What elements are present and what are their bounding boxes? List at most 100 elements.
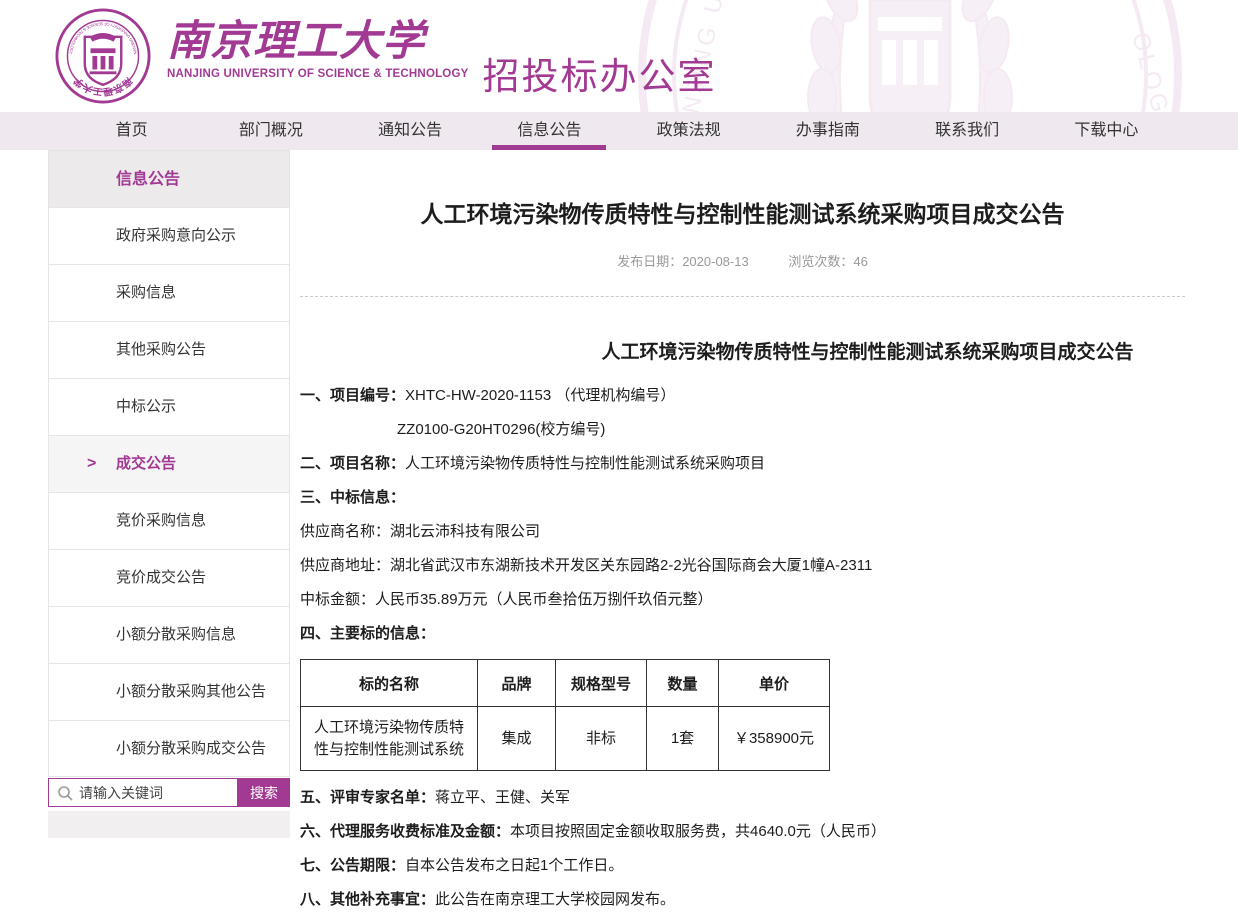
paragraph-text: 此公告在南京理工大学校园网发布。 [435,891,675,908]
paragraph-label: 六、代理服务收费标准及金额： [300,823,510,840]
article-body: 一、项目编号：XHTC-HW-2020-1153 （代理机构编号） ZZ0100-… [300,385,1185,910]
office-title: 招投标办公室 [482,8,716,100]
views-label: 浏览次数： [788,254,853,269]
publish-date-label: 发布日期： [617,254,682,269]
sidebar-item-4[interactable]: > 成交公告 [48,435,290,492]
nav-item-6[interactable]: 联系我们 [898,112,1037,150]
table-cell: 1套 [647,707,719,771]
paragraph-label: 五、评审专家名单： [300,789,435,806]
university-logo-icon: 南京理工大学 NANJING UNIVERSITY OF SCIENCE & T… [55,8,151,104]
goods-table-head: 标的名称品牌规格型号数量单价 [301,660,830,707]
university-name-cn: 南京理工大学 [167,16,468,66]
goods-table-header: 规格型号 [556,660,647,707]
sidebar-item-label: 成交公告 [116,455,176,472]
table-cell: 人工环境污染物传质特性与控制性能测试系统 [301,707,478,771]
paragraph-label: 一、项目编号： [300,387,405,404]
sidebar-item-7[interactable]: >小额分散采购信息 [48,606,290,663]
sidebar: 信息公告 >政府采购意向公示>采购信息>其他采购公告>中标公示> 成交公告 >竞价采… [48,150,290,838]
paragraph-text: 供应商名称：湖北云沛科技有限公司 [300,523,540,540]
search-box [48,778,238,807]
goods-table-body: 人工环境污染物传质特性与控制性能测试系统集成非标1套￥358900元 [301,707,830,771]
article-paragraph: 八、其他补充事宜：此公告在南京理工大学校园网发布。 [300,889,1185,910]
paragraph-label: 三、中标信息： [300,489,405,506]
paragraph-text: 中标金额：人民币35.89万元（人民币叁拾伍万捌仟玖佰元整） [300,591,713,608]
paragraph-label: 八、其他补充事宜： [300,891,435,908]
sidebar-item-0[interactable]: >政府采购意向公示 [48,207,290,264]
table-cell: ￥358900元 [719,707,830,771]
sidebar-search-row: 搜索 [48,778,290,807]
search-button[interactable]: 搜索 [238,778,290,807]
nav-item-2[interactable]: 通知公告 [341,112,480,150]
goods-table-header: 标的名称 [301,660,478,707]
sidebar-item-label: 政府采购意向公示 [116,227,236,244]
brand-block: 南京理工大学 NANJING UNIVERSITY OF SCIENCE & T… [55,8,716,104]
university-name-block: 南京理工大学 NANJING UNIVERSITY OF SCIENCE & T… [167,8,468,80]
article-title: 人工环境污染物传质特性与控制性能测试系统采购项目成交公告 [300,200,1185,228]
paragraph-label: 七、公告期限： [300,857,405,874]
nav-item-5[interactable]: 办事指南 [758,112,897,150]
sidebar-item-1[interactable]: >采购信息 [48,264,290,321]
paragraph-text: 人工环境污染物传质特性与控制性能测试系统采购项目 [405,455,765,472]
publish-date-meta: 发布日期：2020-08-13 [617,254,749,269]
table-row: 人工环境污染物传质特性与控制性能测试系统集成非标1套￥358900元 [301,707,830,771]
article-paragraph: 供应商名称：湖北云沛科技有限公司 [300,521,1185,542]
views-meta: 浏览次数：46 [788,254,867,269]
sidebar-item-8[interactable]: >小额分散采购其他公告 [48,663,290,720]
article-paragraph: 六、代理服务收费标准及金额：本项目按照固定金额收取服务费，共4640.0元（人民… [300,821,1185,842]
views-value: 46 [853,254,867,269]
paragraph-label: 四、主要标的信息： [300,625,435,642]
main-content: 人工环境污染物传质特性与控制性能测试系统采购项目成交公告 发布日期：2020-0… [300,150,1185,921]
table-cell: 集成 [478,707,556,771]
nav-item-7[interactable]: 下载中心 [1037,112,1176,150]
sidebar-header: 信息公告 [48,150,290,207]
goods-table-header: 数量 [647,660,719,707]
nav-item-4[interactable]: 政策法规 [619,112,758,150]
paragraph-text: ZZ0100-G20HT0296(校方编号) [397,421,605,438]
sidebar-item-2[interactable]: >其他采购公告 [48,321,290,378]
search-icon [57,785,73,801]
watermark-fragment-right: OLOGY [1126,30,1179,112]
sidebar-item-label: 小额分散采购其他公告 [116,683,266,700]
paragraph-text: 供应商地址：湖北省武汉市东湖新技术开发区关东园路2-2光谷国际商会大厦1幢A-2… [300,557,872,574]
article-paragraph: 中标金额：人民币35.89万元（人民币叁拾伍万捌仟玖佰元整） [300,589,1185,610]
paragraph-text: 蒋立平、王健、关军 [435,789,570,806]
publish-date-value: 2020-08-13 [682,254,749,269]
goods-table-header: 单价 [719,660,830,707]
sidebar-item-6[interactable]: >竞价成交公告 [48,549,290,606]
body-row: 信息公告 >政府采购意向公示>采购信息>其他采购公告>中标公示> 成交公告 >竞价采… [0,150,1238,921]
site-header: 1953 NJING U OLOGY 南京理工大学 NANJING UNIVER… [0,0,1238,112]
sidebar-item-label: 小额分散采购成交公告 [116,740,266,757]
article-paragraph: ZZ0100-G20HT0296(校方编号) [300,419,1185,440]
sidebar-item-label: 竞价成交公告 [116,569,206,586]
paragraphs-before-table: 一、项目编号：XHTC-HW-2020-1153 （代理机构编号） ZZ0100-… [300,385,1185,644]
sidebar-item-label: 采购信息 [116,284,176,301]
paragraphs-after-table: 五、评审专家名单：蒋立平、王健、关军六、代理服务收费标准及金额：本项目按照固定金… [300,787,1185,910]
sidebar-item-label: 小额分散采购信息 [116,626,236,643]
article-paragraph: 四、主要标的信息： [300,623,1185,644]
sidebar-item-3[interactable]: >中标公示 [48,378,290,435]
nav-item-1[interactable]: 部门概况 [201,112,340,150]
goods-table-header: 品牌 [478,660,556,707]
sidebar-item-label: 中标公示 [116,398,176,415]
search-input[interactable] [79,785,237,801]
sidebar-list: >政府采购意向公示>采购信息>其他采购公告>中标公示> 成交公告 >竞价采购信息>竞… [48,207,290,777]
paragraph-text: 本项目按照固定金额收取服务费，共4640.0元（人民币） [510,823,886,840]
sidebar-item-label: 竞价采购信息 [116,512,206,529]
sidebar-item-9[interactable]: >小额分散采购成交公告 [48,720,290,777]
article-inner-title: 人工环境污染物传质特性与控制性能测试系统采购项目成交公告 [300,341,1185,365]
article-paragraph: 三、中标信息： [300,487,1185,508]
chevron-right-icon: > [87,436,96,492]
nav-item-3[interactable]: 信息公告 [480,112,619,150]
article-paragraph: 一、项目编号：XHTC-HW-2020-1153 （代理机构编号） [300,385,1185,406]
article-paragraph: 二、项目名称：人工环境污染物传质特性与控制性能测试系统采购项目 [300,453,1185,474]
goods-table: 标的名称品牌规格型号数量单价 人工环境污染物传质特性与控制性能测试系统集成非标1… [300,659,830,771]
nav-item-0[interactable]: 首页 [62,112,201,150]
main-nav: 首页部门概况通知公告信息公告政策法规办事指南联系我们下载中心 [0,112,1238,150]
university-name-en: NANJING UNIVERSITY OF SCIENCE & TECHNOLO… [167,68,468,80]
paragraph-text: XHTC-HW-2020-1153 （代理机构编号） [405,387,675,404]
paragraph-text: 自本公告发布之日起1个工作日。 [405,857,623,874]
sidebar-item-5[interactable]: >竞价采购信息 [48,492,290,549]
sidebar-footer-strip [48,811,290,838]
paragraph-label: 二、项目名称： [300,455,405,472]
article-paragraph: 五、评审专家名单：蒋立平、王健、关军 [300,787,1185,808]
